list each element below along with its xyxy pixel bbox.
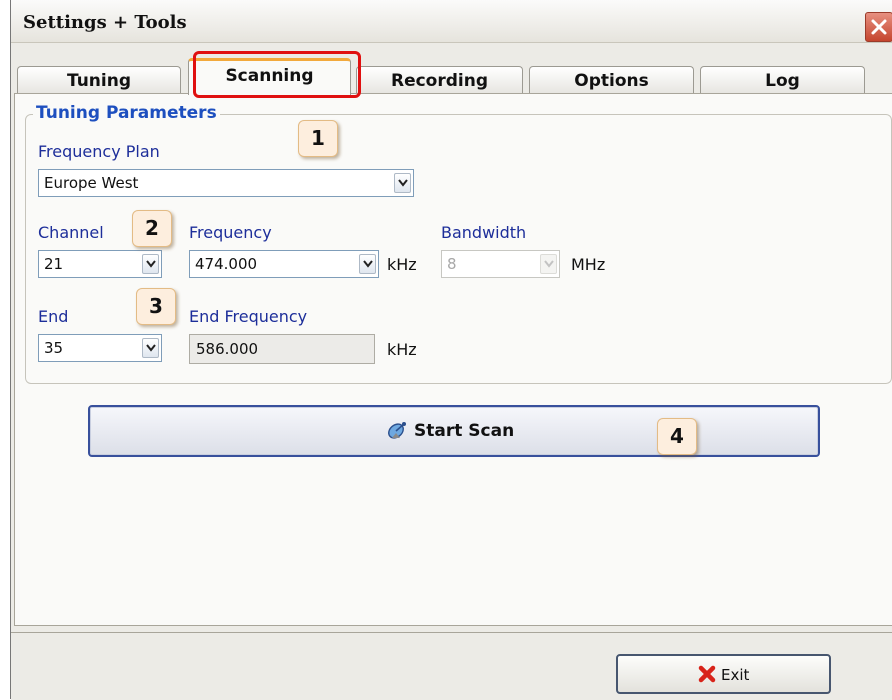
callout-2: 2 xyxy=(132,210,172,247)
red-x-icon xyxy=(698,665,716,683)
tab-tuning[interactable]: Tuning xyxy=(17,66,181,94)
group-legend: Tuning Parameters xyxy=(33,103,220,123)
exit-button[interactable]: Exit xyxy=(616,654,831,694)
frequency-plan-dropdown-button[interactable] xyxy=(394,173,411,193)
chevron-down-icon xyxy=(363,260,373,268)
bandwidth-unit: MHz xyxy=(571,255,606,274)
title-bar: Settings + Tools xyxy=(11,0,892,43)
tab-scanning[interactable]: Scanning xyxy=(188,58,351,95)
tab-options[interactable]: Options xyxy=(529,66,694,94)
end-frequency-label: End Frequency xyxy=(189,307,308,326)
frequency-plan-select[interactable]: Europe West xyxy=(38,169,414,197)
bandwidth-label: Bandwidth xyxy=(441,223,527,242)
bandwidth-select: 8 xyxy=(441,250,560,278)
frequency-value: 474.000 xyxy=(195,255,258,273)
end-frequency-value: 586.000 xyxy=(196,340,259,358)
window-title: Settings + Tools xyxy=(23,12,187,33)
frequency-label: Frequency xyxy=(189,223,272,242)
callout-4: 4 xyxy=(657,418,697,455)
callout-1: 1 xyxy=(298,120,338,157)
end-label: End xyxy=(38,307,69,326)
end-channel-select[interactable]: 35 xyxy=(38,334,162,362)
chevron-down-icon xyxy=(398,179,408,187)
frequency-select[interactable]: 474.000 xyxy=(189,250,379,278)
exit-label: Exit xyxy=(721,666,750,684)
channel-value: 21 xyxy=(44,255,64,273)
channel-label: Channel xyxy=(38,223,104,242)
callout-3: 3 xyxy=(136,288,176,325)
chevron-down-icon xyxy=(544,260,554,268)
tab-strip: Tuning Scanning Recording Options Log xyxy=(11,58,892,95)
frequency-plan-value: Europe West xyxy=(44,174,139,192)
chevron-down-icon xyxy=(146,344,156,352)
end-frequency-field: 586.000 xyxy=(189,334,375,364)
start-scan-button[interactable]: Start Scan xyxy=(88,405,820,457)
channel-select[interactable]: 21 xyxy=(38,250,162,278)
end-frequency-unit: kHz xyxy=(387,340,417,359)
tab-log[interactable]: Log xyxy=(700,66,865,94)
settings-tools-window: Settings + Tools Tuning Scanning Recordi… xyxy=(10,0,892,700)
bottom-bar: Exit xyxy=(11,632,892,700)
satellite-dish-icon xyxy=(388,422,406,439)
frequency-unit: kHz xyxy=(387,255,417,274)
start-scan-label: Start Scan xyxy=(414,421,515,441)
bandwidth-dropdown-button xyxy=(540,254,557,274)
scanning-panel: Tuning Parameters Frequency Plan Europe … xyxy=(14,93,892,626)
close-button[interactable] xyxy=(865,12,892,42)
chevron-down-icon xyxy=(146,260,156,268)
end-channel-value: 35 xyxy=(44,339,64,357)
frequency-dropdown-button[interactable] xyxy=(359,254,376,274)
channel-dropdown-button[interactable] xyxy=(142,254,159,274)
frequency-plan-label: Frequency Plan xyxy=(38,142,160,161)
end-dropdown-button[interactable] xyxy=(142,338,159,358)
tab-recording[interactable]: Recording xyxy=(356,66,523,94)
close-icon xyxy=(871,19,887,35)
bandwidth-value: 8 xyxy=(447,255,457,273)
